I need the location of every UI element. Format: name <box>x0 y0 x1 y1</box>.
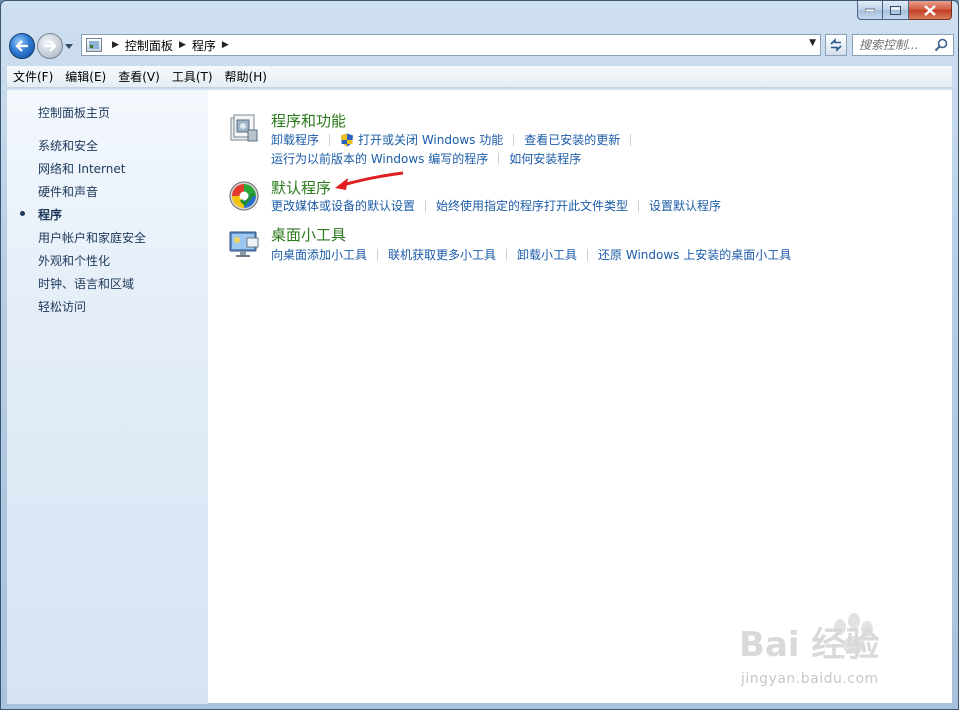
current-item-bullet-icon <box>20 211 25 216</box>
caption-buttons <box>857 1 952 20</box>
back-button[interactable] <box>9 33 35 59</box>
close-icon <box>924 4 936 16</box>
task-separator <box>513 133 515 146</box>
task-separator <box>425 199 427 212</box>
recent-pages-dropdown[interactable] <box>65 42 75 51</box>
search-icon[interactable] <box>934 38 948 52</box>
category-default-programs-title[interactable]: 默认程序 <box>271 177 331 198</box>
sidebar-item-home[interactable]: 控制面板主页 <box>38 104 110 121</box>
search-input[interactable] <box>859 38 931 52</box>
sidebar-item-system-security[interactable]: 系统和安全 <box>38 137 98 154</box>
category-programs-features-tasks-2: 运行为以前版本的 Windows 编写的程序 如何安装程序 <box>271 150 581 167</box>
task-separator <box>638 199 640 212</box>
task-separator <box>630 133 632 146</box>
task-view-updates[interactable]: 查看已安装的更新 <box>524 131 620 148</box>
task-separator <box>329 133 331 146</box>
menu-tools[interactable]: 工具(T) <box>166 68 219 85</box>
uac-shield-icon <box>341 133 354 146</box>
category-desktop-gadgets-title[interactable]: 桌面小工具 <box>271 224 346 245</box>
default-programs-icon[interactable] <box>228 180 260 212</box>
maximize-button[interactable] <box>883 1 909 20</box>
sidebar-item-programs: 程序 <box>38 208 63 222</box>
forward-button[interactable] <box>37 33 63 59</box>
forward-arrow-icon <box>44 40 57 52</box>
sidebar-item-ease-of-access[interactable]: 轻松访问 <box>38 298 86 315</box>
task-autoplay-settings[interactable]: 更改媒体或设备的默认设置 <box>271 197 415 214</box>
address-bar[interactable]: ▶ 控制面板 ▶ 程序 ▶ ▼ <box>81 34 821 56</box>
task-separator <box>498 152 500 165</box>
baidu-watermark-url: jingyan.baidu.com <box>741 671 879 687</box>
address-dropdown-icon[interactable]: ▼ <box>809 38 816 48</box>
task-separator <box>377 248 379 261</box>
menu-edit[interactable]: 编辑(E) <box>59 68 112 85</box>
breadcrumb-separator-icon[interactable]: ▶ <box>222 40 229 50</box>
annotation-arrow-icon <box>335 171 404 190</box>
navigation-bar: ▶ 控制面板 ▶ 程序 ▶ ▼ <box>7 29 954 63</box>
sidebar-item-user-accounts[interactable]: 用户帐户和家庭安全 <box>38 229 146 246</box>
programs-features-icon[interactable] <box>228 112 260 144</box>
task-windows-features[interactable]: 打开或关闭 Windows 功能 <box>358 131 503 148</box>
category-desktop-gadgets-tasks: 向桌面添加小工具 联机获取更多小工具 卸载小工具 还原 Windows 上安装的… <box>271 246 791 263</box>
chevron-down-icon <box>65 43 73 49</box>
menu-file[interactable]: 文件(F) <box>7 68 59 85</box>
task-separator <box>506 248 508 261</box>
desktop-gadgets-icon[interactable] <box>228 228 260 260</box>
task-separator <box>587 248 589 261</box>
sidebar-item-appearance[interactable]: 外观和个性化 <box>38 252 110 269</box>
task-add-gadgets[interactable]: 向桌面添加小工具 <box>271 246 367 263</box>
breadcrumb-control-panel[interactable]: 控制面板 <box>125 37 173 54</box>
menu-view[interactable]: 查看(V) <box>112 68 166 85</box>
breadcrumb-separator-icon[interactable]: ▶ <box>112 40 119 50</box>
task-how-to-install[interactable]: 如何安装程序 <box>509 150 581 167</box>
minimize-icon <box>865 8 875 12</box>
task-set-default-programs[interactable]: 设置默认程序 <box>649 197 721 214</box>
breadcrumb-separator-icon[interactable]: ▶ <box>179 40 186 50</box>
back-arrow-icon <box>15 40 28 52</box>
control-panel-icon <box>86 38 102 52</box>
breadcrumb-programs[interactable]: 程序 <box>192 37 216 54</box>
sidebar: 控制面板主页 系统和安全 网络和 Internet 硬件和声音 程序 用户帐户和… <box>7 90 208 704</box>
menu-bar: 文件(F) 编辑(E) 查看(V) 工具(T) 帮助(H) <box>7 66 952 88</box>
task-compatibility[interactable]: 运行为以前版本的 Windows 编写的程序 <box>271 150 488 167</box>
minimize-button[interactable] <box>857 1 883 20</box>
search-box[interactable] <box>852 34 954 56</box>
refresh-icon <box>830 38 842 52</box>
sidebar-item-hardware-sound[interactable]: 硬件和声音 <box>38 183 98 200</box>
refresh-button[interactable] <box>825 34 847 56</box>
task-get-more-gadgets[interactable]: 联机获取更多小工具 <box>388 246 496 263</box>
task-uninstall-gadget[interactable]: 卸载小工具 <box>517 246 577 263</box>
sidebar-item-network[interactable]: 网络和 Internet <box>38 160 125 177</box>
control-panel-window: ▶ 控制面板 ▶ 程序 ▶ ▼ 文件(F) 编辑(E) 查看(V) 工具(T) … <box>0 0 959 710</box>
sidebar-item-clock-region[interactable]: 时钟、语言和区域 <box>38 275 134 292</box>
category-programs-features-tasks: 卸载程序 打开或关闭 Windows 功能 查看已安装的更新 <box>271 131 641 148</box>
close-button[interactable] <box>909 1 952 20</box>
category-programs-features-title[interactable]: 程序和功能 <box>271 110 346 131</box>
menu-help[interactable]: 帮助(H) <box>219 68 273 85</box>
baidu-watermark-logo: Bai 经验 <box>739 625 880 665</box>
task-file-type-association[interactable]: 始终使用指定的程序打开此文件类型 <box>436 197 628 214</box>
category-default-programs-tasks: 更改媒体或设备的默认设置 始终使用指定的程序打开此文件类型 设置默认程序 <box>271 197 721 214</box>
task-uninstall-program[interactable]: 卸载程序 <box>271 131 319 148</box>
maximize-icon <box>890 5 901 15</box>
task-restore-gadgets[interactable]: 还原 Windows 上安装的桌面小工具 <box>598 246 791 263</box>
